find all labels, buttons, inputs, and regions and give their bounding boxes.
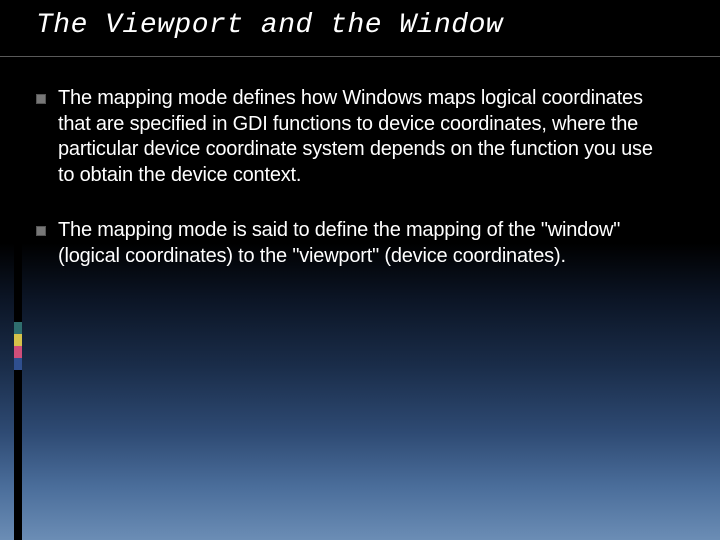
bullet-icon: [36, 226, 46, 236]
bullet-item: The mapping mode defines how Windows map…: [36, 86, 674, 188]
accent-seg-yellow: [14, 334, 22, 346]
accent-seg-spacer: [14, 60, 22, 322]
slide-title: The Viewport and the Window: [36, 10, 503, 41]
accent-seg-blue: [14, 358, 22, 370]
bullet-text: The mapping mode is said to define the m…: [58, 218, 674, 269]
accent-seg-top: [14, 0, 22, 60]
accent-strip: [14, 0, 22, 540]
bullet-icon: [36, 94, 46, 104]
accent-seg-teal: [14, 322, 22, 334]
bullet-text: The mapping mode defines how Windows map…: [58, 86, 674, 188]
accent-seg-bottom: [14, 370, 22, 540]
bullet-item: The mapping mode is said to define the m…: [36, 218, 674, 269]
slide: The Viewport and the Window The mapping …: [0, 0, 720, 540]
slide-body: The mapping mode defines how Windows map…: [36, 86, 674, 300]
accent-seg-pink: [14, 346, 22, 358]
title-underline: [0, 56, 720, 57]
